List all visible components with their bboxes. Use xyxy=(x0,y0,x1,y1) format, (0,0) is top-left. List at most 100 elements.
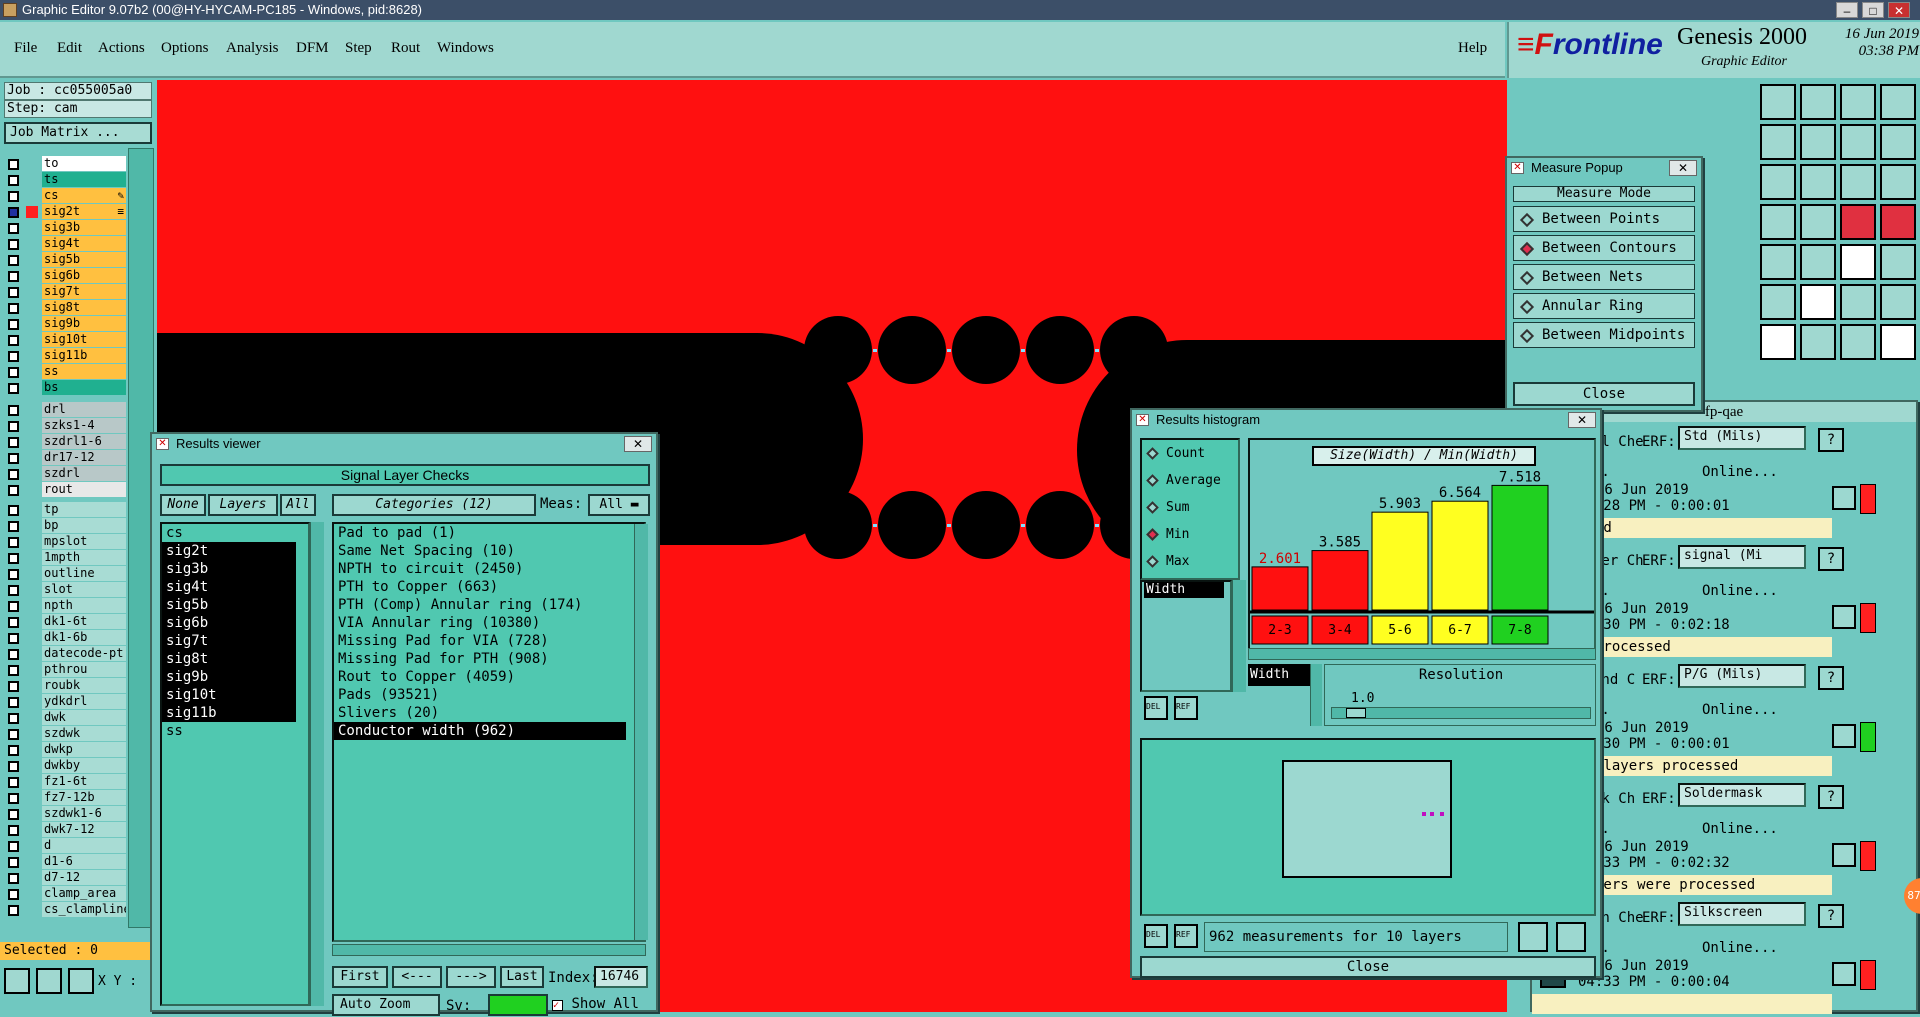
result-layer-item[interactable]: sig2t xyxy=(162,542,296,560)
delete-icon[interactable]: DEL xyxy=(1144,696,1168,720)
sv-color-select[interactable] xyxy=(488,994,548,1016)
layer-row[interactable]: bp xyxy=(4,518,126,534)
category-list-hscroll[interactable] xyxy=(332,944,646,956)
measure-mode-option[interactable]: Between Nets xyxy=(1513,264,1695,290)
layer-checkbox[interactable] xyxy=(8,729,19,740)
layer-checkbox[interactable] xyxy=(8,825,19,836)
histogram-bar[interactable] xyxy=(1311,550,1369,611)
layer-checkbox[interactable] xyxy=(8,405,19,416)
zoom-icon[interactable] xyxy=(1832,486,1856,510)
result-category-item[interactable]: NPTH to circuit (2450) xyxy=(334,560,644,578)
show-all-checkbox[interactable]: ✓ Show All xyxy=(552,996,639,1012)
result-layer-item[interactable]: sig8t xyxy=(162,650,296,668)
layer-row[interactable]: pthrou xyxy=(4,662,126,678)
layer-checkbox[interactable] xyxy=(8,745,19,756)
help-button[interactable]: ? xyxy=(1818,666,1844,690)
layer-row[interactable]: szks1-4 xyxy=(4,418,126,434)
hook-tool-icon[interactable] xyxy=(1840,324,1876,360)
result-category-item[interactable]: Slivers (20) xyxy=(334,704,644,722)
select-all-button[interactable]: All xyxy=(280,494,316,516)
erf-select[interactable]: signal (Mi xyxy=(1678,545,1806,569)
zoom-icon[interactable] xyxy=(1832,962,1856,986)
category-list-vscroll[interactable] xyxy=(634,524,648,940)
result-layer-item[interactable]: sig4t xyxy=(162,578,296,596)
results-viewer-close-icon[interactable]: ✕ xyxy=(624,436,652,452)
online-button[interactable]: Online... xyxy=(1702,821,1778,837)
result-layer-item[interactable]: sig10t xyxy=(162,686,296,704)
layer-row[interactable]: sig3b xyxy=(4,220,126,236)
house-tool-icon[interactable] xyxy=(1840,84,1876,120)
layer-row[interactable]: d xyxy=(4,838,126,854)
layer-row[interactable]: tp xyxy=(4,502,126,518)
layer-checkbox[interactable] xyxy=(8,553,19,564)
results-layer-list[interactable]: cs sig2t sig3b sig4t sig5b sig6b sig7t sig8t sig… xyxy=(160,522,310,1006)
grid-tool-icon[interactable] xyxy=(1880,324,1916,360)
preview-pane[interactable] xyxy=(1140,738,1596,916)
export-icon[interactable] xyxy=(1518,922,1548,952)
layer-row[interactable]: to xyxy=(4,156,126,172)
job-matrix-button[interactable]: Job Matrix ... xyxy=(4,122,152,144)
export-tool-icon[interactable] xyxy=(1800,124,1836,160)
close-window-button[interactable]: ✕ xyxy=(1888,2,1910,18)
index-input[interactable]: 16746 xyxy=(594,966,648,988)
layer-row[interactable]: mpslot xyxy=(4,534,126,550)
layer-row[interactable]: roubk xyxy=(4,678,126,694)
save-tool-icon[interactable] xyxy=(1800,84,1836,120)
help-button[interactable]: ? xyxy=(1818,904,1844,928)
layer-row[interactable]: outline xyxy=(4,566,126,582)
layer-checkbox[interactable] xyxy=(8,505,19,516)
result-layer-item[interactable]: sig3b xyxy=(162,560,296,578)
help-tool-icon[interactable] xyxy=(1880,164,1916,200)
layer-checkbox[interactable] xyxy=(8,697,19,708)
layer-checkbox[interactable] xyxy=(8,255,19,266)
zoom-tool-icon[interactable] xyxy=(1800,164,1836,200)
layout-tool-icon[interactable] xyxy=(1880,84,1916,120)
online-button[interactable]: Online... xyxy=(1702,464,1778,480)
layer-checkbox[interactable] xyxy=(8,793,19,804)
layer-checkbox[interactable] xyxy=(8,601,19,612)
layer-checkbox[interactable] xyxy=(8,521,19,532)
report-icon[interactable] xyxy=(1556,922,1586,952)
layer-checkbox[interactable] xyxy=(8,665,19,676)
menu-help[interactable]: Help xyxy=(1458,40,1487,57)
maximize-button[interactable]: □ xyxy=(1862,2,1884,18)
layer-checkbox[interactable] xyxy=(8,383,19,394)
histogram-bar[interactable] xyxy=(1491,484,1549,611)
line-tool-icon[interactable] xyxy=(1800,204,1836,240)
layer-row[interactable]: szdwk xyxy=(4,726,126,742)
result-category-item[interactable]: Pads (93521) xyxy=(334,686,644,704)
rotate-tool-icon[interactable] xyxy=(1800,244,1836,280)
result-category-item[interactable]: PTH (Comp) Annular ring (174) xyxy=(334,596,644,614)
camera-tool-icon[interactable] xyxy=(1760,244,1796,280)
measure-mode-option[interactable]: Between Points xyxy=(1513,206,1695,232)
layer-checkbox[interactable] xyxy=(8,617,19,628)
layer-checkbox[interactable] xyxy=(8,873,19,884)
fit-tool-icon[interactable] xyxy=(1760,164,1796,200)
layer-row[interactable]: sig4t xyxy=(4,236,126,252)
layer-checkbox[interactable] xyxy=(8,649,19,660)
layer-checkbox[interactable] xyxy=(8,585,19,596)
layer-checkbox[interactable] xyxy=(8,335,19,346)
import-tool-icon[interactable] xyxy=(1760,124,1796,160)
results-category-list[interactable]: Pad to pad (1) Same Net Spacing (10) NPTH … xyxy=(332,522,646,942)
erf-select[interactable]: P/G (Mils) xyxy=(1678,664,1806,688)
menu-dfm[interactable]: DFM xyxy=(296,40,329,57)
layer-row[interactable]: drl xyxy=(4,402,126,418)
route2-tool-icon[interactable] xyxy=(1880,204,1916,240)
layer-row[interactable]: ts xyxy=(4,172,126,188)
histogram-close-button[interactable]: Close xyxy=(1140,956,1596,978)
result-category-item[interactable]: Missing Pad for VIA (728) xyxy=(334,632,644,650)
last-button[interactable]: Last xyxy=(500,966,544,988)
layer-row[interactable]: dwk xyxy=(4,710,126,726)
select-none-button[interactable]: None xyxy=(160,494,206,516)
layer-row[interactable]: ss xyxy=(4,364,126,380)
layer-checkbox[interactable] xyxy=(8,777,19,788)
result-category-item[interactable]: Same Net Spacing (10) xyxy=(334,542,644,560)
meas-dropdown[interactable]: All ▬ xyxy=(588,494,650,516)
layer-checkbox[interactable] xyxy=(8,713,19,724)
online-button[interactable]: Online... xyxy=(1702,702,1778,718)
stat-mode-option[interactable]: Max xyxy=(1144,550,1236,574)
histogram-bar[interactable] xyxy=(1251,566,1309,611)
refresh-measure-icon[interactable]: REF xyxy=(1174,924,1198,948)
stat-mode-option[interactable]: Min xyxy=(1144,523,1236,547)
